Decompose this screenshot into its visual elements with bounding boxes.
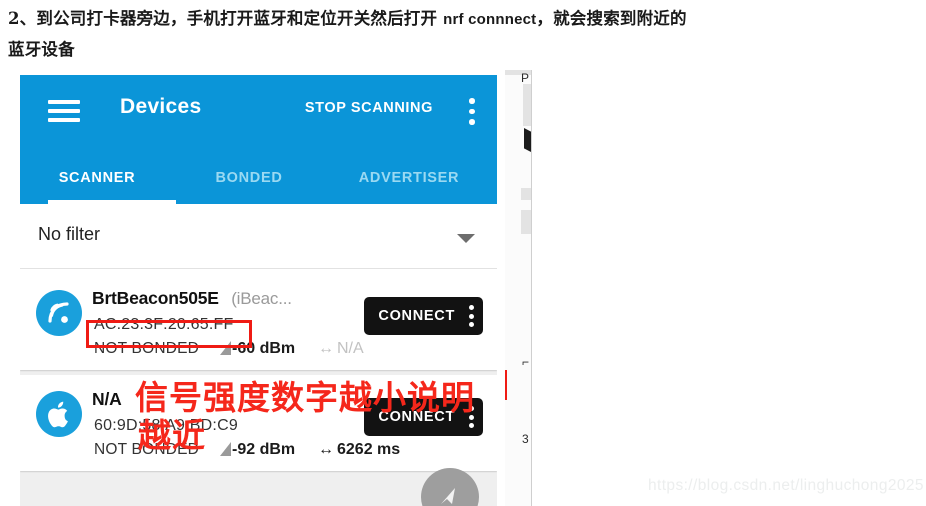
device-advertising-interval: N/A	[337, 340, 364, 357]
device-interval-wrap: ↔ 6262 ms	[318, 441, 400, 459]
caption-text-pre: 到公司打卡器旁边，手机打开蓝牙和定位开关然后打开	[36, 9, 444, 28]
document-caption: 2、到公司打卡器旁边，手机打开蓝牙和定位开关然后打开 nrf connnect，…	[8, 4, 920, 65]
device-bond-state: NOT BONDED	[94, 340, 200, 357]
connect-button-label: CONNECT	[378, 308, 455, 324]
device-interval-wrap: ↔ N/A	[318, 340, 364, 358]
interval-arrow-icon: ↔	[318, 441, 334, 458]
more-vertical-icon[interactable]	[469, 98, 475, 126]
device-mac-address: AC:23:3F:20:65:FF	[94, 316, 234, 333]
device-rssi: -60 dBm	[232, 340, 296, 357]
device-rssi-wrap: -60 dBm	[220, 340, 295, 358]
apple-logo-glyph	[48, 401, 68, 428]
tab-advertiser[interactable]: ADVERTISER	[324, 166, 494, 186]
device-advertising-interval: 6262 ms	[337, 441, 401, 458]
device-type: (iBeac...	[231, 289, 292, 308]
connect-button[interactable]: CONNECT	[364, 297, 483, 335]
tab-bonded[interactable]: BONDED	[174, 166, 324, 186]
beacon-signal-glyph	[48, 302, 69, 323]
nrf-connect-screenshot: Devices STOP SCANNING SCANNER BONDED ADV…	[20, 75, 497, 506]
sliver-fragment: ⌐	[522, 355, 530, 369]
beacon-signal-icon	[36, 290, 82, 336]
interval-arrow-icon: ↔	[318, 340, 334, 357]
sliver-fragment: 3	[522, 432, 529, 446]
app-bar: Devices STOP SCANNING	[20, 75, 497, 148]
device-name: BrtBeacon505E	[92, 288, 219, 308]
app-title: Devices	[120, 95, 202, 118]
device-name-row: N/A	[92, 389, 130, 410]
device-rssi-wrap: -92 dBm	[220, 441, 295, 459]
connect-button[interactable]: CONNECT	[364, 398, 483, 436]
apple-logo-icon	[36, 391, 82, 437]
device-name: N/A	[92, 389, 122, 409]
device-bond-state-wrap: NOT BONDED	[94, 441, 199, 459]
device-list-item[interactable]: BrtBeacon505E (iBeac... AC:23:3F:20:65:F…	[20, 274, 497, 370]
more-vertical-icon[interactable]	[469, 305, 475, 327]
device-rssi: -92 dBm	[232, 441, 296, 458]
device-bond-state-wrap: NOT BONDED	[94, 340, 199, 358]
scan-fab-button[interactable]	[421, 468, 479, 506]
tab-bar: SCANNER BONDED ADVERTISER	[20, 148, 497, 204]
caption-number: 2、	[8, 9, 37, 28]
connect-button-label: CONNECT	[378, 409, 455, 425]
stop-scanning-button[interactable]: STOP SCANNING	[305, 100, 433, 116]
device-list-item[interactable]: N/A 60:9D:58:A9:BD:C9 NOT BONDED -92 dBm…	[20, 375, 497, 471]
background-screenshot-sliver: P ⌐ 3	[505, 70, 532, 506]
device-bond-state: NOT BONDED	[94, 441, 200, 458]
caption-text-post: ，就会搜索到附近的	[536, 9, 687, 28]
chevron-down-icon[interactable]	[457, 234, 475, 243]
caption-app-name: nrf connnect	[443, 11, 537, 28]
more-vertical-icon[interactable]	[469, 406, 475, 428]
signal-bars-icon	[220, 442, 231, 456]
filter-value: No filter	[38, 224, 101, 244]
caption-line2: 蓝牙设备	[8, 40, 75, 59]
hamburger-menu-icon[interactable]	[48, 100, 80, 122]
navigation-arrow-icon	[441, 488, 455, 504]
device-mac-address: 60:9D:58:A9:BD:C9	[94, 417, 238, 434]
device-name-row: BrtBeacon505E (iBeac...	[92, 288, 292, 309]
blog-watermark: https://blog.csdn.net/linghuchong2025	[648, 477, 924, 494]
tab-scanner[interactable]: SCANNER	[20, 166, 174, 186]
filter-row[interactable]: No filter	[20, 204, 497, 269]
signal-bars-icon	[220, 341, 231, 355]
sliver-fragment: P	[521, 71, 530, 85]
